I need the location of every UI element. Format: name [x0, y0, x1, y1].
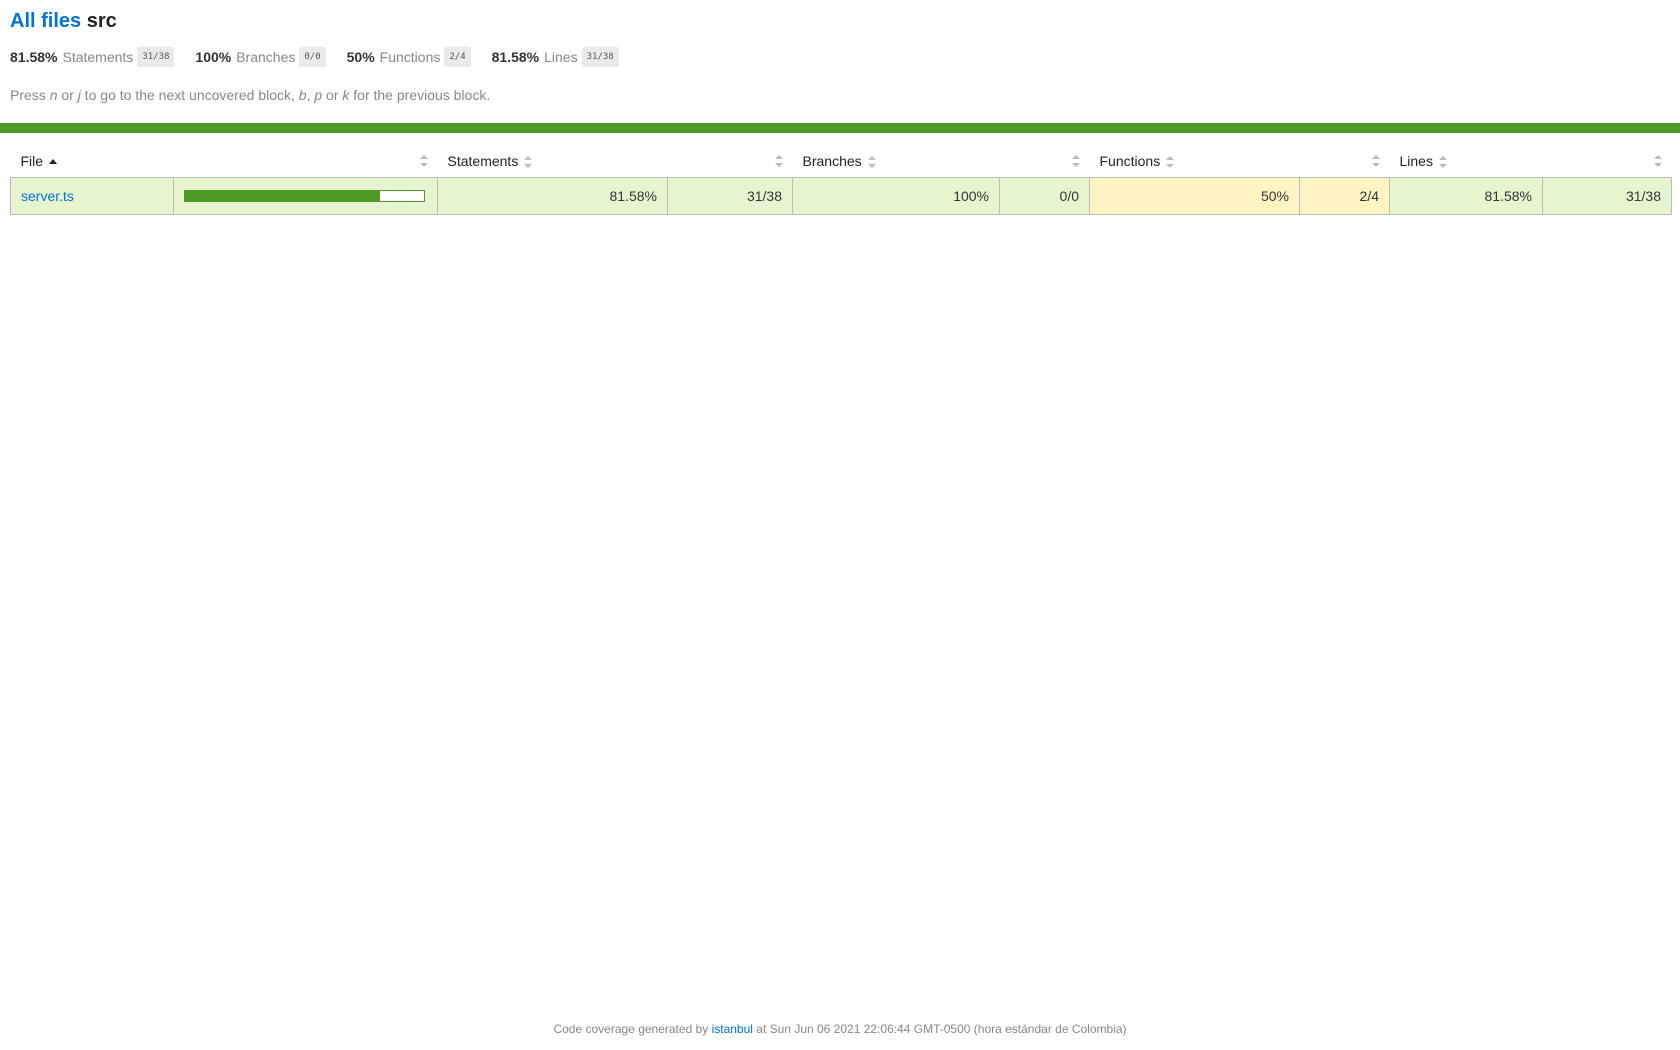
summary-branches-percent: 100% [195, 49, 232, 65]
summary-statements: 81.58% Statements 31/38 [10, 47, 175, 67]
footer-suffix: at Sun Jun 06 2021 22:06:44 GMT-0500 (ho… [752, 1022, 1127, 1036]
branches-percent-cell: 100% [792, 177, 1000, 215]
sort-icon [1166, 156, 1175, 169]
header-functions[interactable]: Functions [1090, 145, 1300, 178]
summary-functions-percent: 50% [346, 49, 375, 65]
header-lines-raw[interactable] [1543, 145, 1672, 178]
summary-statements-percent: 81.58% [10, 49, 58, 65]
summary-lines-percent: 81.58% [491, 49, 540, 65]
functions-percent-cell: 50% [1089, 177, 1300, 215]
summary-statements-label: Statements [62, 49, 134, 65]
coverage-bar-fill [185, 191, 380, 201]
header-file-bar[interactable] [174, 145, 438, 178]
sort-icon [774, 155, 783, 167]
header-file-label: File [20, 153, 44, 169]
sort-ascending-icon [49, 156, 58, 168]
coverage-bar [184, 190, 425, 202]
current-directory: src [86, 10, 117, 32]
footer-prefix: Code coverage generated by [553, 1022, 712, 1036]
functions-fraction-cell: 2/4 [1299, 177, 1390, 215]
header-statements-label: Statements [447, 153, 519, 169]
header-branches[interactable]: Branches [793, 145, 1000, 178]
summary-lines-label: Lines [544, 49, 578, 65]
header-statements[interactable]: Statements [438, 145, 668, 178]
hint-text: or [322, 87, 343, 103]
lines-fraction-cell: 31/38 [1542, 177, 1672, 215]
footer: Code coverage generated by istanbul at S… [0, 1022, 1680, 1036]
coverage-table: File Statements Branches Functions Lines [10, 145, 1672, 215]
header-branches-raw[interactable] [1000, 145, 1090, 178]
summary-statements-fraction: 31/38 [137, 47, 175, 67]
file-cell: server.ts [10, 177, 174, 215]
header-lines[interactable]: Lines [1390, 145, 1543, 178]
hint-text: Press [10, 87, 50, 103]
header-branches-label: Branches [802, 153, 862, 169]
table-row: server.ts 81.58% 31/38 100% 0/0 50% 2/4 … [10, 177, 1672, 215]
table-header-row: File Statements Branches Functions Lines [11, 145, 1672, 178]
statements-percent-cell: 81.58% [437, 177, 668, 215]
hint-key-b: b [298, 87, 307, 103]
coverage-summary: 81.58% Statements 31/38 100% Branches 0/… [10, 47, 1670, 67]
header-functions-raw[interactable] [1300, 145, 1390, 178]
hint-text: or [57, 87, 78, 103]
sort-icon [867, 156, 876, 169]
sort-icon [1071, 155, 1080, 167]
keyboard-hint: Press n or j to go to the next uncovered… [10, 86, 1670, 104]
statements-fraction-cell: 31/38 [667, 177, 793, 215]
summary-branches: 100% Branches 0/0 [195, 47, 326, 67]
istanbul-link[interactable]: istanbul [712, 1022, 753, 1036]
page-title: All files src [10, 9, 1670, 33]
sort-icon [524, 156, 533, 169]
file-link[interactable]: server.ts [21, 188, 74, 204]
summary-lines: 81.58% Lines 31/38 [492, 47, 619, 67]
report-header: All files src 81.58% Statements 31/38 10… [0, 0, 1680, 104]
sort-icon [1653, 155, 1662, 167]
header-lines-label: Lines [1399, 153, 1433, 169]
coverage-bar-cell [173, 177, 438, 215]
header-functions-label: Functions [1099, 153, 1161, 169]
sort-icon [419, 155, 428, 167]
summary-branches-fraction: 0/0 [299, 47, 326, 67]
hint-text: to go to the next uncovered block, [80, 87, 299, 103]
sort-icon [1438, 156, 1447, 169]
summary-lines-fraction: 31/38 [581, 47, 619, 67]
lines-percent-cell: 81.58% [1389, 177, 1543, 215]
coverage-status-line [0, 123, 1680, 133]
sort-icon [1371, 155, 1380, 167]
all-files-link[interactable]: All files [10, 10, 81, 32]
summary-functions-label: Functions [379, 49, 441, 65]
coverage-report-page: All files src 81.58% Statements 31/38 10… [0, 0, 1680, 1050]
hint-text: for the previous block. [349, 87, 491, 103]
header-file[interactable]: File [11, 145, 174, 178]
summary-functions: 50% Functions 2/4 [347, 47, 471, 67]
branches-fraction-cell: 0/0 [999, 177, 1090, 215]
summary-branches-label: Branches [236, 49, 296, 65]
summary-functions-fraction: 2/4 [444, 47, 471, 67]
hint-key-p: p [314, 87, 323, 103]
header-statements-raw[interactable] [668, 145, 793, 178]
